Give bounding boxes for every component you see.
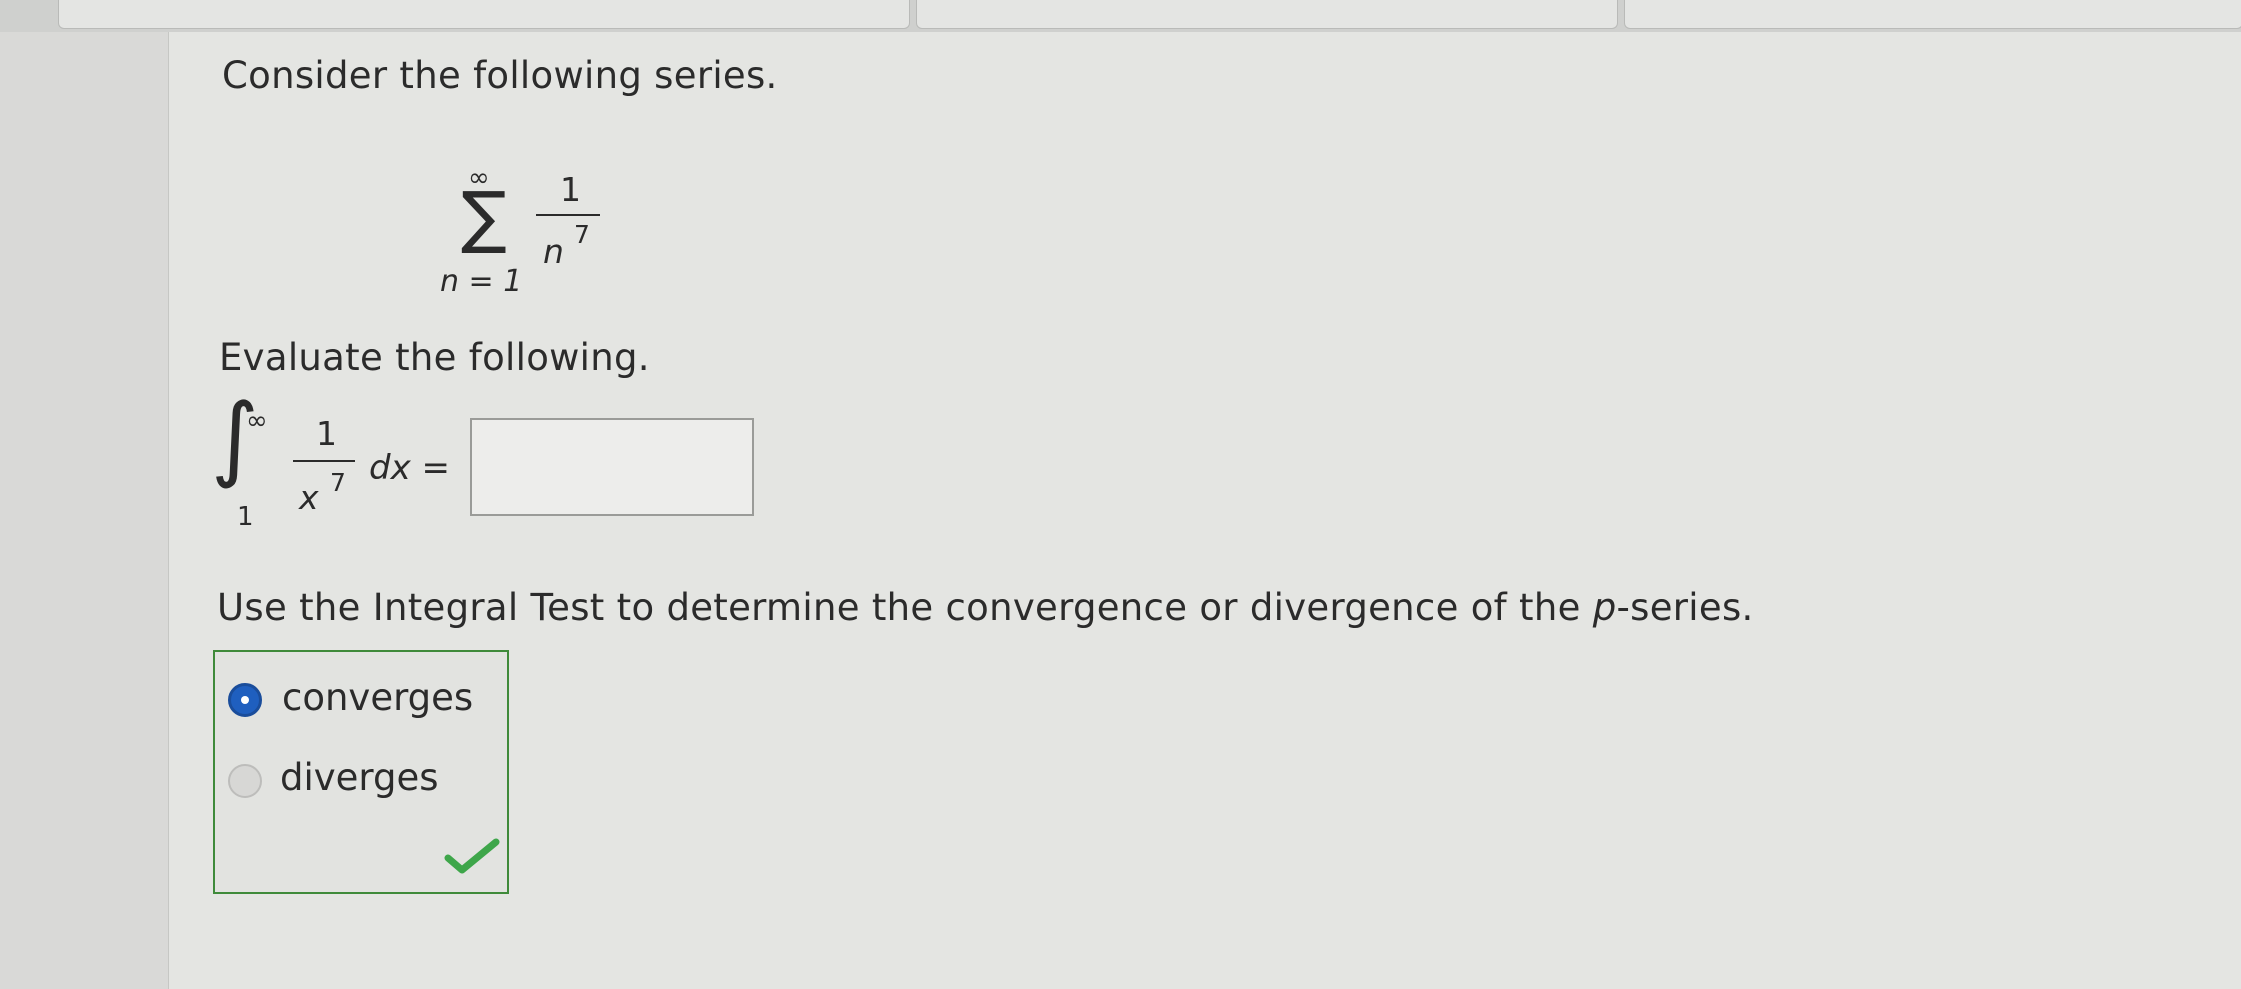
integral-test-prompt-prefix: Use the Integral Test to determine the c… bbox=[217, 586, 1593, 629]
correct-check-icon bbox=[444, 838, 500, 874]
series-denominator-exponent: 7 bbox=[574, 220, 590, 249]
integral-upper-limit: ∞ bbox=[246, 406, 268, 436]
integral-numerator: 1 bbox=[316, 414, 337, 453]
summation-symbol: ∑ bbox=[461, 178, 507, 257]
series-numerator: 1 bbox=[560, 170, 581, 209]
integral-answer-input[interactable] bbox=[470, 418, 754, 516]
integral-lower-limit: 1 bbox=[237, 502, 254, 532]
integral-test-prompt-suffix: -series. bbox=[1616, 586, 1754, 629]
integral-differential: dx = bbox=[369, 448, 450, 488]
toolbar-tab-right[interactable] bbox=[1624, 0, 2241, 29]
integral-test-prompt-p: p bbox=[1592, 586, 1617, 629]
diverges-radio[interactable] bbox=[228, 764, 262, 798]
choice-label-diverges[interactable]: diverges bbox=[280, 756, 439, 799]
question-intro: Consider the following series. bbox=[222, 54, 778, 97]
series-lower-limit: n = 1 bbox=[440, 264, 523, 299]
integral-denominator-base: x bbox=[299, 478, 319, 517]
integral-test-prompt: Use the Integral Test to determine the c… bbox=[217, 586, 1754, 629]
choice-label-converges[interactable]: converges bbox=[282, 676, 473, 719]
integral-denominator-exponent: 7 bbox=[330, 468, 346, 497]
integral-fraction-line bbox=[293, 460, 355, 462]
evaluate-prompt: Evaluate the following. bbox=[219, 336, 650, 379]
series-denominator-base: n bbox=[543, 232, 564, 271]
toolbar-tab-center[interactable] bbox=[916, 0, 1618, 29]
converges-radio[interactable] bbox=[228, 683, 262, 717]
toolbar-tab-left[interactable] bbox=[58, 0, 910, 29]
top-toolbar bbox=[0, 0, 2241, 32]
series-fraction-line bbox=[536, 214, 600, 216]
